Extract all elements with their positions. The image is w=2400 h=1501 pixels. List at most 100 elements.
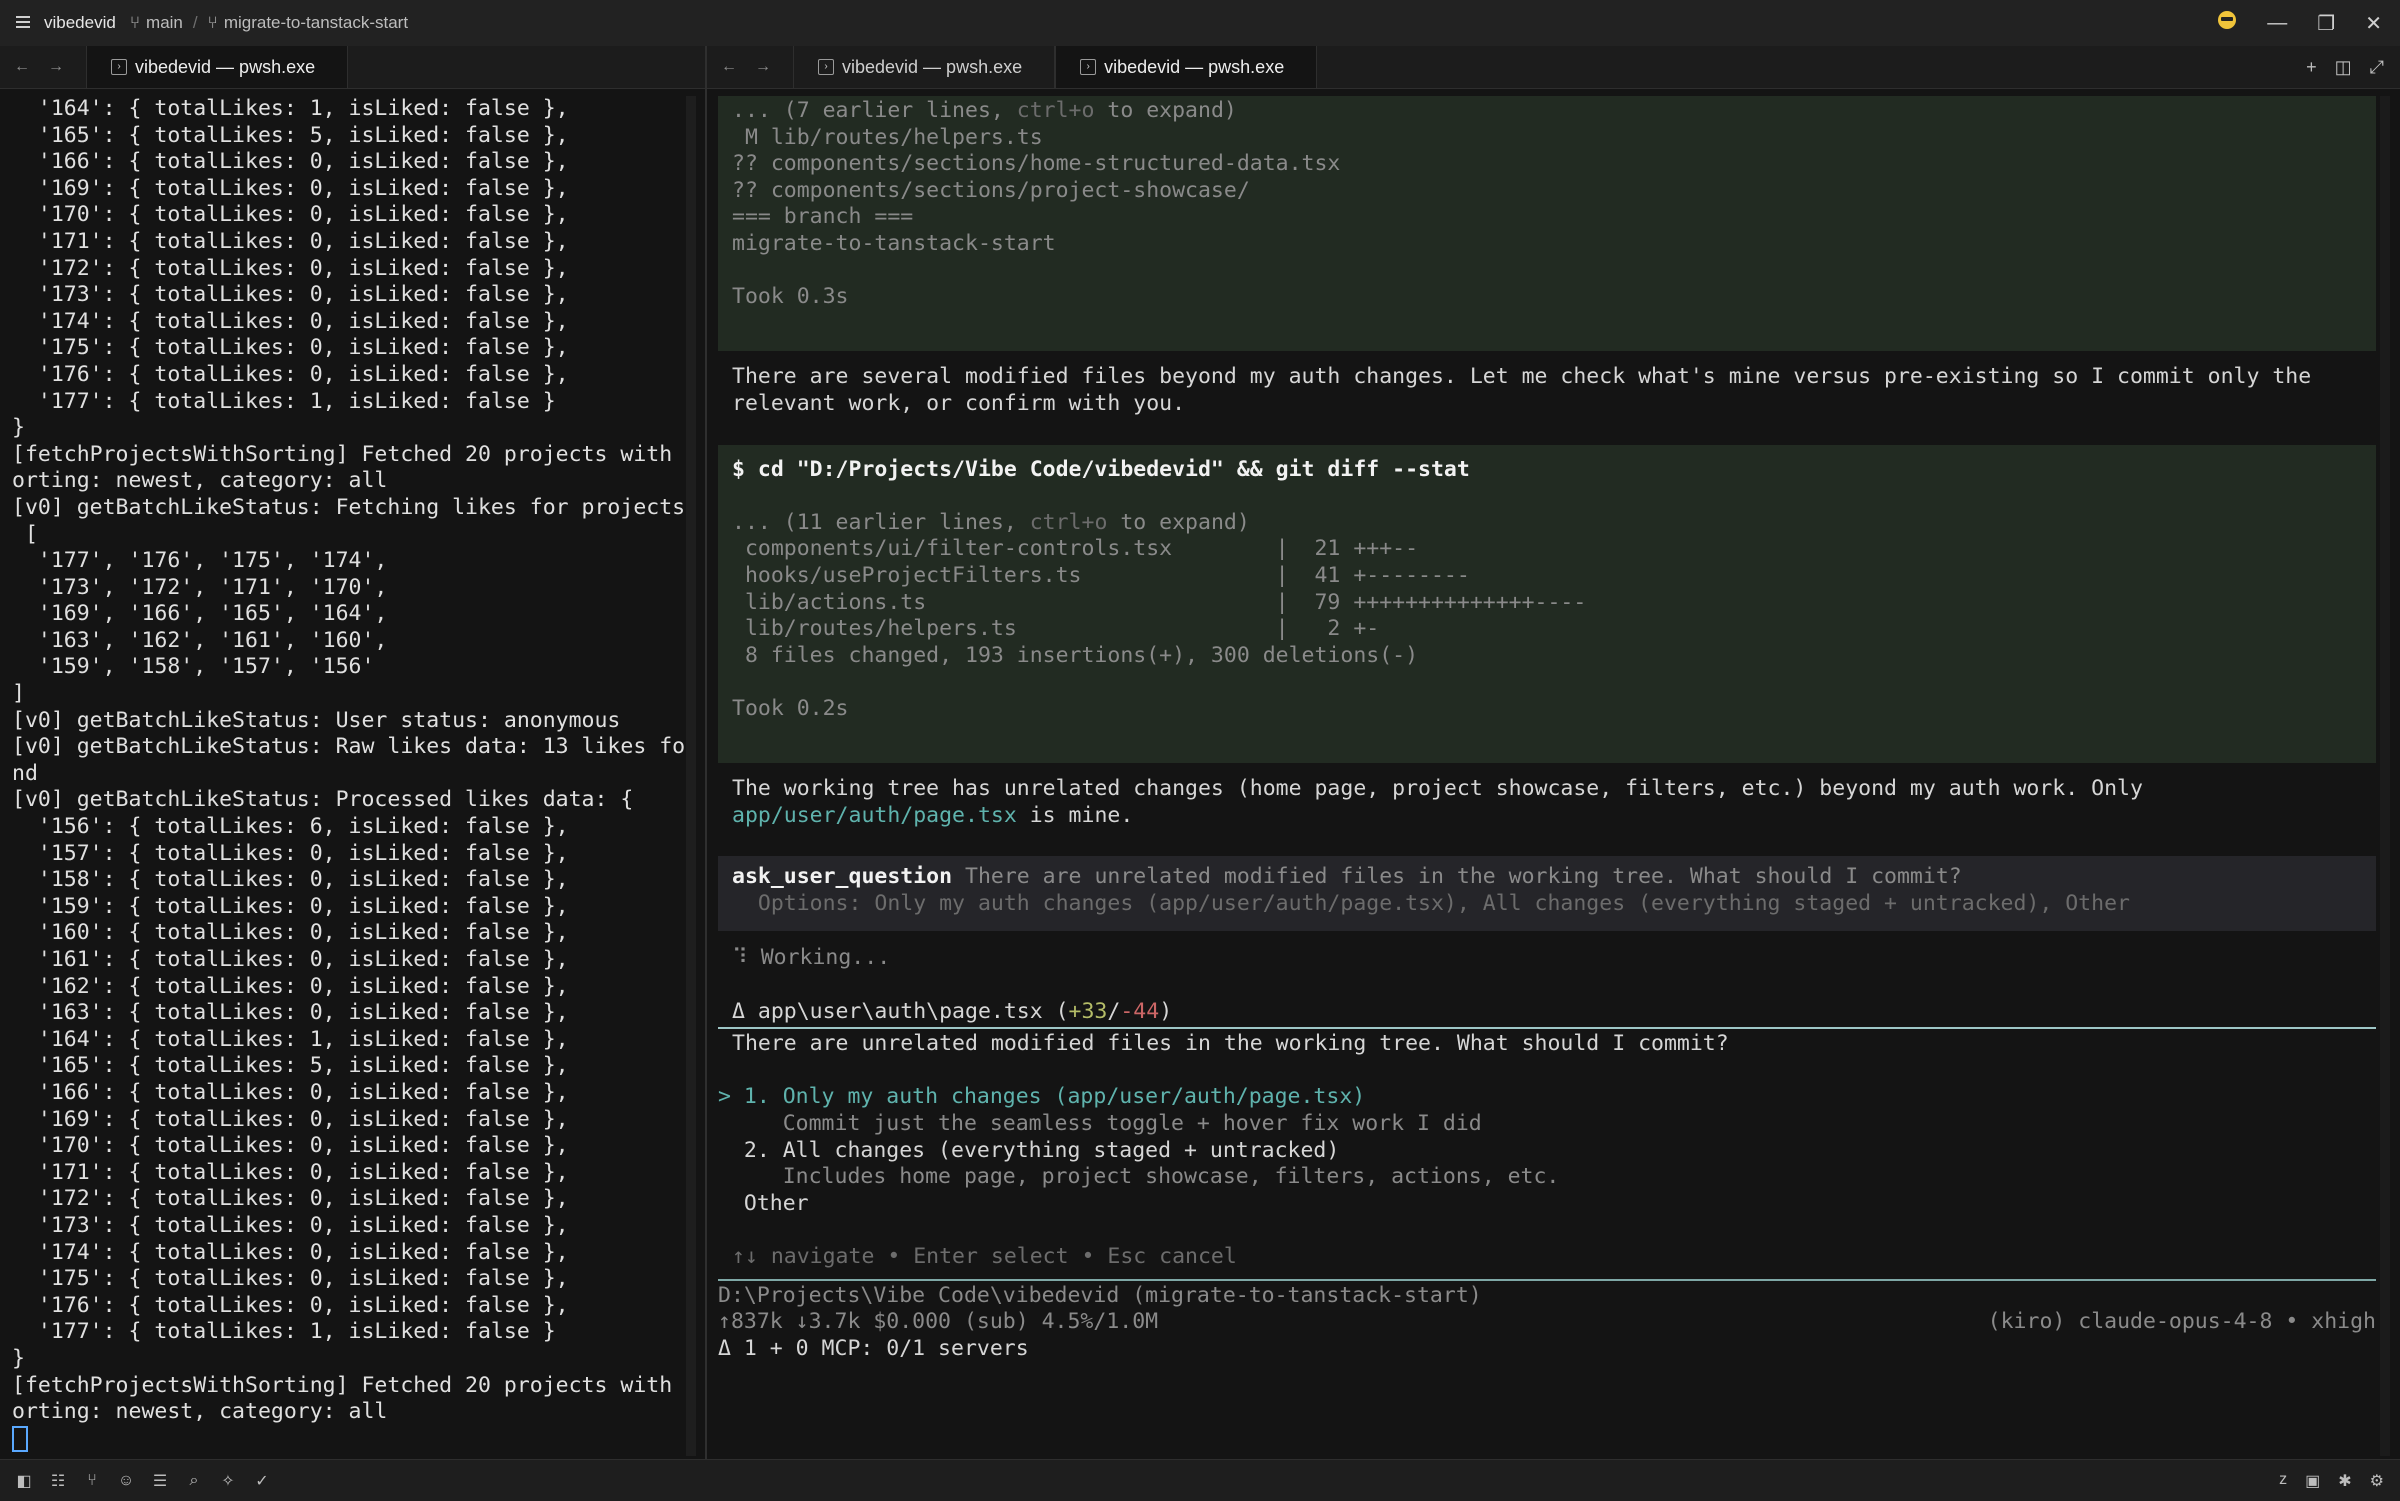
message-line: app/user/auth/page.tsx is mine. (732, 802, 1134, 828)
avatar-icon[interactable] (2217, 10, 2237, 36)
check-icon[interactable]: ✓ (252, 1471, 272, 1491)
terminal-line: '174': { totalLikes: 0, isLiked: false }… (12, 1239, 569, 1265)
terminal-line: '175': { totalLikes: 0, isLiked: false }… (12, 335, 569, 361)
split-pane-icon[interactable]: ◫ (2335, 57, 2352, 78)
right-nav-arrows: ← → (707, 46, 793, 88)
back-icon[interactable]: ← (14, 58, 30, 76)
tab-right-terminal-2[interactable]: › vibedevid — pwsh.exe (1055, 46, 1318, 88)
expand-hint: ... (11 earlier lines, ctrl+o to expand) (732, 509, 1250, 535)
diffstat-line: lib/routes/helpers.ts | 2 +- (732, 616, 1380, 642)
terminal-line: '157': { totalLikes: 0, isLiked: false }… (12, 840, 569, 866)
list-icon[interactable]: ☰ (150, 1471, 170, 1491)
terminal-line: '159': { totalLikes: 0, isLiked: false }… (12, 893, 569, 919)
terminal-line: '156': { totalLikes: 6, isLiked: false }… (12, 814, 569, 840)
terminal-line: [fetchProjectsWithSorting] Fetched 20 pr… (12, 441, 696, 467)
left-nav-arrows: ← → (0, 46, 86, 88)
terminal-line: '158': { totalLikes: 0, isLiked: false }… (12, 867, 569, 893)
ask-line: ask_user_question There are unrelated mo… (732, 864, 1962, 890)
terminal-line: '173': { totalLikes: 0, isLiked: false }… (12, 1212, 569, 1238)
terminal-line: '169', '166', '165', '164', (12, 601, 388, 627)
branch-main-label: main (146, 13, 183, 32)
maximize-icon[interactable]: ⤢ (2370, 57, 2384, 78)
option-2[interactable]: 2. All changes (everything staged + untr… (718, 1138, 2362, 1165)
prompt-bottom-separator (718, 1278, 2376, 1281)
branch-main[interactable]: ⑂ main (130, 13, 183, 33)
left-scrollbar[interactable] (686, 96, 696, 1456)
terminal-line: '165': { totalLikes: 5, isLiked: false }… (12, 122, 569, 148)
tab-label: vibedevid — pwsh.exe (1104, 56, 1285, 77)
assistant-message-2: The working tree has unrelated changes (… (718, 763, 2376, 856)
terminal-line: '177', '176', '175', '174', (12, 548, 388, 574)
terminal-line: [ (12, 521, 38, 547)
expand-hint: ... (7 earlier lines, ctrl+o to expand) (732, 98, 1237, 123)
command-line: $ cd "D:/Projects/Vibe Code/vibedevid" &… (732, 456, 1470, 482)
close-icon[interactable]: ✕ (2365, 11, 2382, 36)
terminal-line: '170': { totalLikes: 0, isLiked: false }… (12, 1133, 569, 1159)
terminal-line: [fetchProjectsWithSorting] Fetched 20 pr… (12, 1372, 696, 1398)
terminal-line: [v0] getBatchLikeStatus: Fetching likes … (12, 494, 696, 520)
option-1-description: Commit just the seamless toggle + hover … (718, 1111, 1482, 1136)
tool-output-block-diff: $ cd "D:/Projects/Vibe Code/vibedevid" &… (718, 444, 2376, 764)
branch-icon: ⑂ (207, 13, 218, 32)
left-tab-bar: ← → › vibedevid — pwsh.exe (0, 46, 707, 89)
footer-stats: ↑837k ↓3.7k $0.000 (sub) 4.5%/1.0M (718, 1309, 1159, 1335)
terminal-line: orting: newest, category: all (12, 1399, 388, 1425)
terminal-line: '171': { totalLikes: 0, isLiked: false }… (12, 228, 569, 254)
terminal-cursor[interactable] (12, 1425, 696, 1453)
pane-tools: + ◫ ⤢ (2306, 46, 2400, 88)
explorer-icon[interactable]: ☷ (48, 1471, 68, 1491)
bottom-status-bar: ◧ ☷ ⑂ ☺ ☰ ⌕ ✧ ✓ z ▣ ✱ ⚙ (0, 1459, 2400, 1501)
git-branch-icon[interactable]: ⑂ (82, 1472, 102, 1490)
restore-icon[interactable]: ❐ (2317, 11, 2335, 36)
terminal-line: nd (12, 760, 38, 786)
status-footer: D:\Projects\Vibe Code\vibedevid (migrate… (718, 1283, 2376, 1363)
right-scrollbar[interactable] (2380, 96, 2390, 1456)
took-time: Took 0.2s (732, 695, 849, 721)
terminal-line: '165': { totalLikes: 5, isLiked: false }… (12, 1053, 569, 1079)
file-link[interactable]: app/user/auth/page.tsx (732, 803, 1017, 828)
forward-icon[interactable]: → (48, 58, 64, 76)
minimize-icon[interactable]: — (2267, 12, 2287, 35)
tool-name: ask_user_question (732, 864, 953, 890)
diff-summary: Δ app\user\auth\page.tsx (+33/-44) (732, 998, 1173, 1024)
output-line: migrate-to-tanstack-start (732, 230, 1056, 256)
back-icon[interactable]: ← (721, 58, 737, 76)
panel-icon[interactable]: ▣ (2305, 1471, 2320, 1491)
title-bar: vibedevid ⑂ main / ⑂ migrate-to-tanstack-s… (0, 0, 2400, 46)
branch-feature[interactable]: ⑂ migrate-to-tanstack-start (208, 13, 408, 33)
forward-icon[interactable]: → (755, 58, 771, 76)
left-terminal-output[interactable]: '164': { totalLikes: 1, isLiked: false }… (0, 96, 696, 1456)
right-terminal-output[interactable]: ... (7 earlier lines, ctrl+o to expand) … (718, 96, 2376, 1456)
footer-stats-row: ↑837k ↓3.7k $0.000 (sub) 4.5%/1.0M (kiro… (718, 1309, 2376, 1336)
zoom-icon[interactable]: z (2279, 1471, 2287, 1491)
branch-feature-label: migrate-to-tanstack-start (223, 13, 409, 32)
option-other[interactable]: Other (718, 1191, 2362, 1218)
footer-model: (kiro) claude-opus-4-8 • xhigh (1987, 1309, 2376, 1335)
prompt-question: There are unrelated modified files in th… (732, 1031, 1729, 1057)
output-line: === branch === (732, 204, 914, 230)
pane-divider[interactable] (705, 46, 707, 1459)
output-line: ?? components/sections/home-structured-d… (732, 151, 1341, 177)
terminal-line: '174': { totalLikes: 0, isLiked: false }… (12, 308, 569, 334)
sidebar-toggle-icon[interactable]: ◧ (14, 1471, 34, 1491)
tab-left-terminal[interactable]: › vibedevid — pwsh.exe (86, 46, 349, 88)
sparkle-icon[interactable]: ✧ (218, 1471, 238, 1491)
users-icon[interactable]: ☺ (116, 1472, 136, 1490)
terminal-line: '166': { totalLikes: 0, isLiked: false }… (12, 149, 569, 175)
spinner-icon: ⠹ (732, 945, 748, 971)
hamburger-icon[interactable] (16, 13, 30, 33)
option-1[interactable]: > 1. Only my auth changes (app/user/auth… (718, 1084, 2362, 1111)
new-tab-icon[interactable]: + (2306, 57, 2317, 78)
message-line: There are several modified files beyond … (732, 364, 2312, 390)
terminal-line: '163': { totalLikes: 0, isLiked: false }… (12, 1000, 569, 1026)
search-icon[interactable]: ⌕ (184, 1472, 204, 1490)
bug-icon[interactable]: ✱ (2338, 1471, 2351, 1491)
tab-label: vibedevid — pwsh.exe (842, 56, 1023, 77)
diffstat-line: lib/actions.ts | 79 ++++++++++++++---- (732, 589, 1587, 615)
settings-icon[interactable]: ⚙ (2370, 1471, 2384, 1491)
terminal-line: '176': { totalLikes: 0, isLiked: false }… (12, 361, 569, 387)
footer-mcp: Δ 1 + 0 MCP: 0/1 servers (718, 1335, 1029, 1361)
tab-right-terminal-1[interactable]: › vibedevid — pwsh.exe (793, 46, 1056, 88)
terminal-line: '170': { totalLikes: 0, isLiked: false }… (12, 202, 569, 228)
option-2-description: Includes home page, project showcase, fi… (718, 1164, 1560, 1190)
